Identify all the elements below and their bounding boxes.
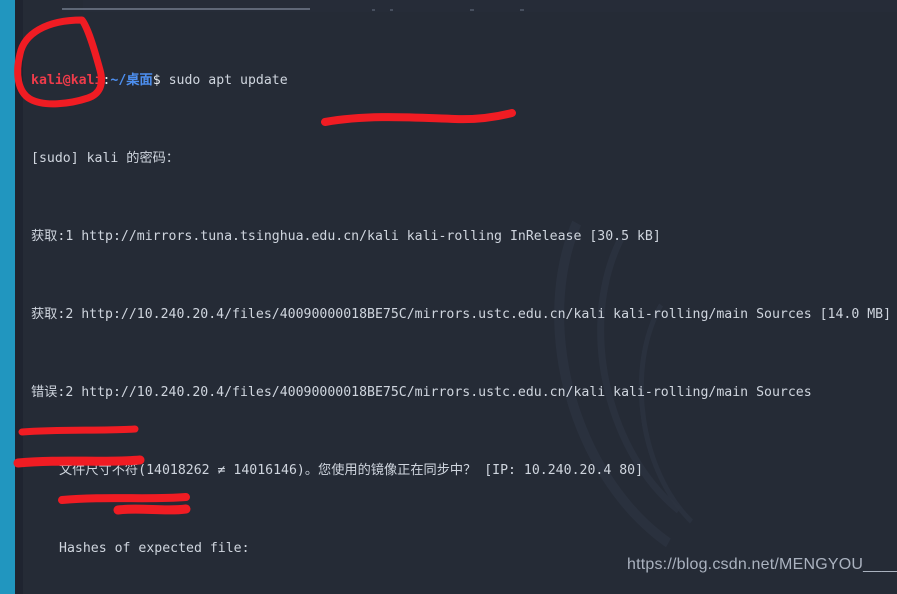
terminal-window-edge <box>15 0 23 594</box>
prompt-path: ~/桌面 <box>110 72 153 88</box>
error-url: http://10.240.20.4/files/40090000018BE75… <box>81 384 812 400</box>
prompt-command: sudo apt update <box>160 72 288 88</box>
error-label: 错误:2 <box>31 384 82 400</box>
output-line: 文件尺寸不符(14018262 ≠ 14016146)。您使用的镜像正在同步中？… <box>23 461 897 481</box>
prompt-user-host: kali@kali <box>31 72 103 88</box>
prompt-dollar: $ <box>152 72 161 88</box>
tab-marker-icon <box>470 9 474 11</box>
fetch-label: 获取:1 <box>31 228 82 244</box>
desktop-accent-bar <box>0 0 15 594</box>
output-line: 错误:2 http://10.240.20.4/files/4009000001… <box>23 383 897 403</box>
prompt-line-command: kali@kali:~/桌面$ sudo apt update <box>23 71 897 91</box>
fetch-url: http://10.240.20.4/files/40090000018BE75… <box>81 306 892 322</box>
hashes-header: Hashes of expected file: <box>59 540 250 556</box>
tab-marker-icon <box>520 9 524 11</box>
tab-marker-icon <box>390 9 393 11</box>
terminal-tab-underline <box>62 8 310 10</box>
fetch-url: http://mirrors.tuna.tsinghua.edu.cn/kali… <box>81 228 661 244</box>
terminal-tab-strip[interactable] <box>83 0 897 12</box>
terminal-screenshot: kali@kali:~/桌面$ sudo apt update [sudo] k… <box>0 0 897 594</box>
output-line: 获取:2 http://10.240.20.4/files/4009000001… <box>23 305 897 325</box>
terminal-output[interactable]: kali@kali:~/桌面$ sudo apt update [sudo] k… <box>23 12 897 556</box>
fetch-label: 获取:2 <box>31 306 82 322</box>
tab-marker-icon <box>372 9 375 11</box>
filesize-mismatch-message: 文件尺寸不符(14018262 ≠ 14016146)。您使用的镜像正在同步中？… <box>59 462 644 478</box>
watermark-text: https://blog.csdn.net/MENGYOU____ <box>627 556 897 573</box>
output-line: 获取:1 http://mirrors.tuna.tsinghua.edu.cn… <box>23 227 897 247</box>
sudo-password-prompt: [sudo] kali 的密码： <box>31 150 180 166</box>
output-line: [sudo] kali 的密码： <box>23 149 897 169</box>
